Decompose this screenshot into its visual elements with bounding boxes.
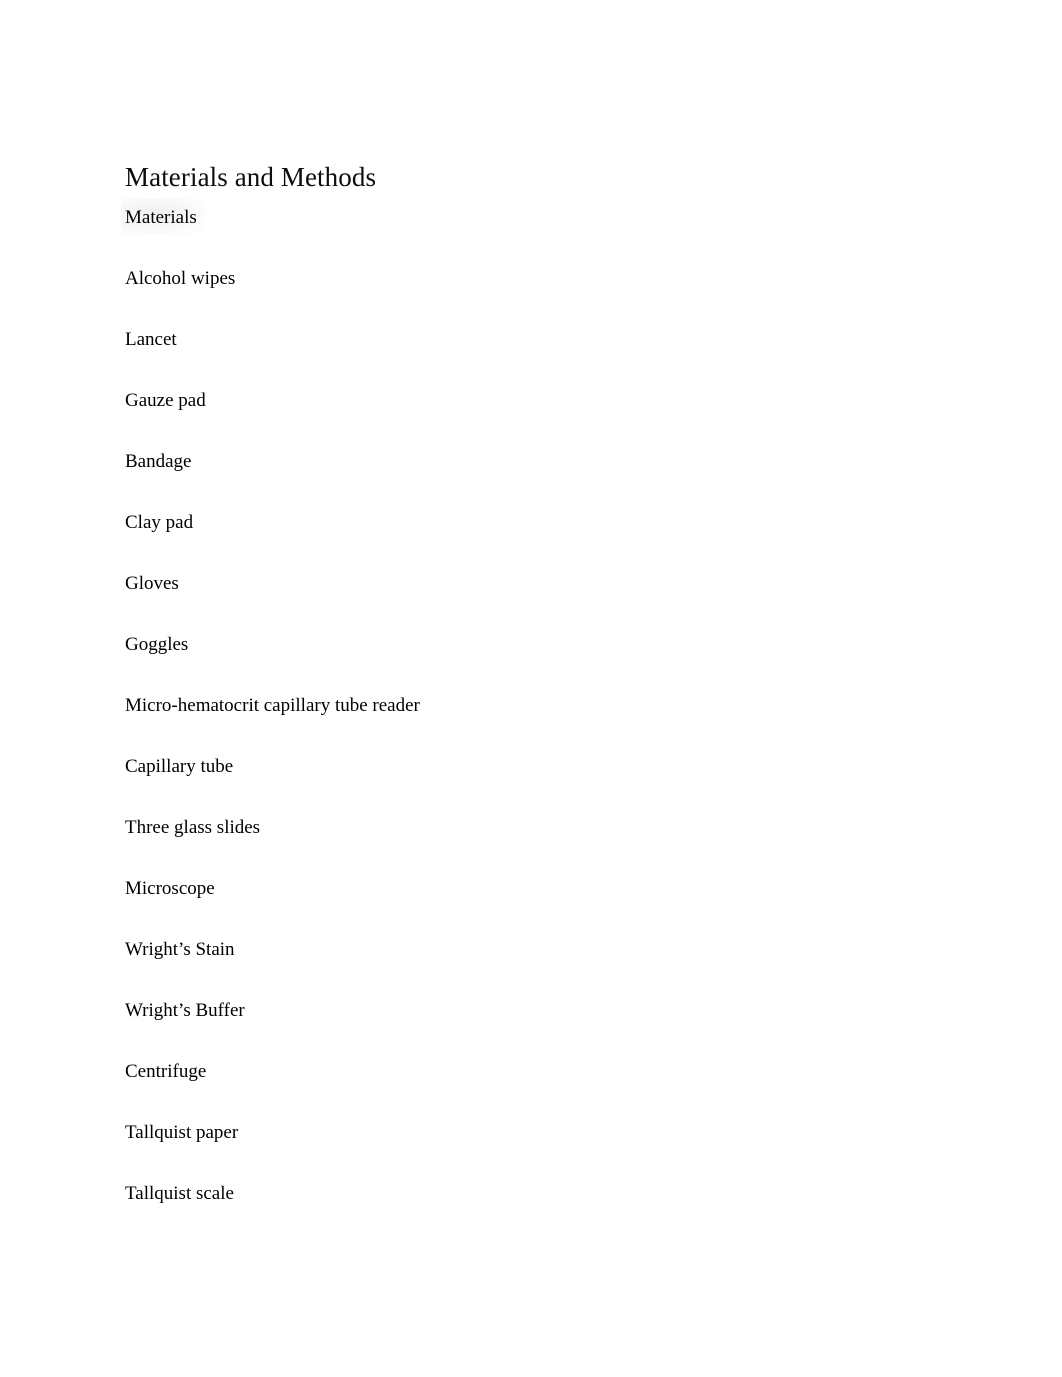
list-item: Microscope [125,878,215,899]
list-item: Bandage [125,451,192,472]
list-item: Gauze pad [125,390,206,411]
list-item: Alcohol wipes [125,268,236,289]
list-item: Micro-hematocrit capillary tube reader [125,695,420,716]
list-item: Gloves [125,573,179,594]
document-page: Materials and Methods Materials Alcohol … [0,0,1062,1377]
list-item: Tallquist paper [125,1122,239,1143]
list-item: Centrifuge [125,1061,207,1082]
materials-heading-highlight: Materials [121,198,205,235]
list-item: Clay pad [125,512,194,533]
document-body: Materials and Methods Materials Alcohol … [121,160,945,1243]
list-item: Lancet [125,329,177,350]
list-item: Three glass slides [125,817,261,838]
list-item: Goggles [125,634,189,655]
heading-list-spacer [125,230,945,267]
list-item: Wright’s Stain [125,939,235,960]
list-item: Capillary tube [125,756,234,777]
page-title: Materials and Methods [125,162,377,192]
list-item: Wright’s Buffer [125,1000,245,1021]
list-item: Tallquist scale [125,1183,234,1204]
materials-list: Alcohol wipes Lancet Gauze pad Bandage C… [125,267,945,1243]
section-heading-materials: Materials [125,207,197,228]
